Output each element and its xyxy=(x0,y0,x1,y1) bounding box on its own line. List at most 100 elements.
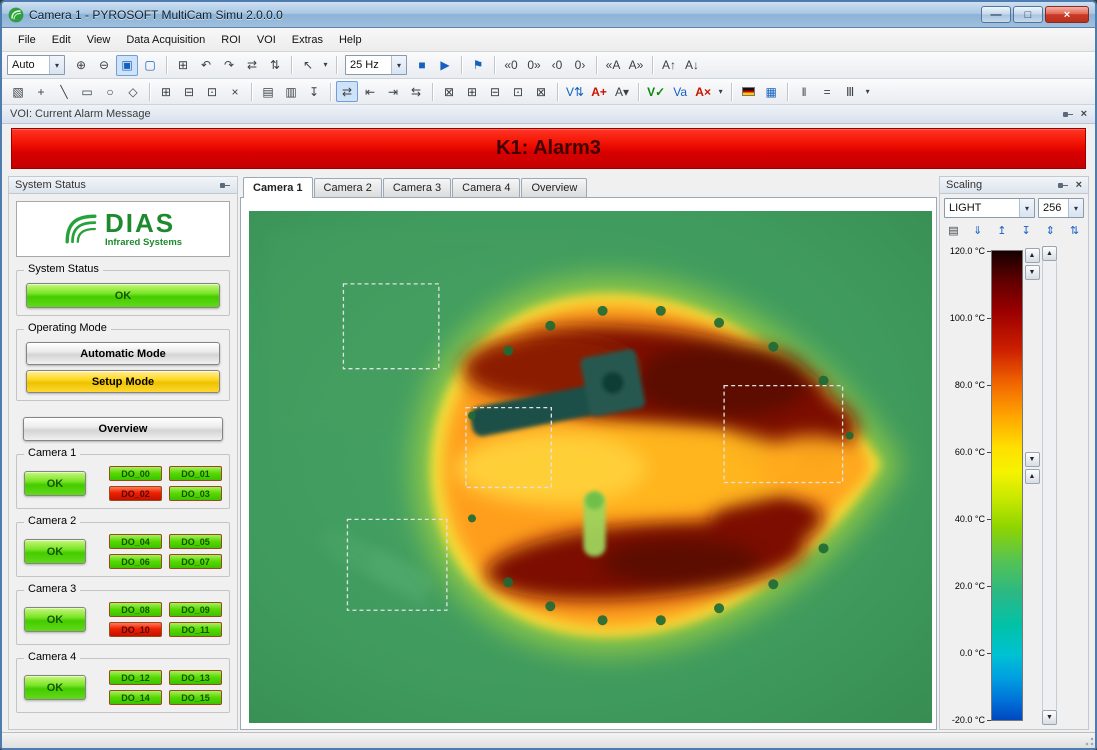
zoom-combo[interactable]: Auto ▾ xyxy=(7,55,65,75)
ellipse-roi-icon[interactable]: ○ xyxy=(99,81,121,102)
system-ok-button[interactable]: OK xyxy=(26,283,220,308)
resize-grip[interactable] xyxy=(1082,734,1095,747)
roi-to-cam3-icon[interactable]: ⊟ xyxy=(484,81,506,102)
scale-top-icon[interactable]: ↥ xyxy=(992,222,1011,241)
step-forward-zero-icon[interactable]: 0› xyxy=(569,55,591,76)
setup-mode-button[interactable]: Setup Mode xyxy=(26,370,220,393)
menu-data-acquisition[interactable]: Data Acquisition xyxy=(118,31,213,49)
split-horizontal-icon[interactable]: = xyxy=(816,81,838,102)
zoom-full-icon[interactable]: ▢ xyxy=(139,55,161,76)
camera-2-ok-button[interactable]: OK xyxy=(24,539,86,564)
flip-horizontal-icon[interactable]: ⇄ xyxy=(241,55,263,76)
rewind-zero-icon[interactable]: «0 xyxy=(500,55,522,76)
menu-view[interactable]: View xyxy=(79,31,119,49)
acq-stop-icon[interactable]: ■ xyxy=(411,55,433,76)
voi-delete-icon[interactable]: A× xyxy=(692,81,714,102)
point-roi-icon[interactable]: + xyxy=(30,81,52,102)
rotate-right-icon[interactable]: ↷ xyxy=(218,55,240,76)
split-vertical-icon[interactable]: ‖ xyxy=(793,81,815,102)
menu-extras[interactable]: Extras xyxy=(284,31,331,49)
line-roi-icon[interactable]: ╲ xyxy=(53,81,75,102)
display-layout-icon[interactable]: ▦ xyxy=(760,81,782,102)
do-11-button[interactable]: DO_11 xyxy=(169,622,222,637)
range-up-icon[interactable]: ▲ xyxy=(1025,469,1040,484)
combo-caret-icon[interactable]: ▾ xyxy=(1019,199,1034,217)
split-triple-icon[interactable]: Ⅲ xyxy=(839,81,861,102)
select-tool-caret-icon[interactable]: ▾ xyxy=(320,55,331,76)
language-german-icon[interactable] xyxy=(737,81,759,102)
voi-shift-icon[interactable]: V⇅ xyxy=(563,81,587,102)
alarm-list-icon[interactable]: A▾ xyxy=(611,81,633,102)
do-00-button[interactable]: DO_00 xyxy=(109,466,162,481)
zoom-out-icon[interactable]: ⊖ xyxy=(93,55,115,76)
palette-combo[interactable]: LIGHT ▾ xyxy=(944,198,1035,218)
combo-caret-icon[interactable]: ▾ xyxy=(391,56,406,74)
do-01-button[interactable]: DO_01 xyxy=(169,466,222,481)
rotate-left-icon[interactable]: ↶ xyxy=(195,55,217,76)
combo-caret-icon[interactable]: ▾ xyxy=(49,56,64,74)
acq-play-icon[interactable]: ▶ xyxy=(434,55,456,76)
voi-caret-icon[interactable]: ▾ xyxy=(715,81,726,102)
next-sequence-icon[interactable]: A» xyxy=(625,55,647,76)
scale-up-icon[interactable]: ▲ xyxy=(1025,248,1040,263)
roi-to-cam2-icon[interactable]: ⊞ xyxy=(461,81,483,102)
alarm-add-icon[interactable]: A+ xyxy=(588,81,610,102)
camera-3-ok-button[interactable]: OK xyxy=(24,607,86,632)
scale-shift-down-icon[interactable]: ⇓ xyxy=(968,222,987,241)
close-window-button[interactable]: × xyxy=(1045,6,1089,23)
do-13-button[interactable]: DO_13 xyxy=(169,670,222,685)
roi-cut-icon[interactable]: × xyxy=(224,81,246,102)
do-04-button[interactable]: DO_04 xyxy=(109,534,162,549)
roi-to-cam4-icon[interactable]: ⊡ xyxy=(507,81,529,102)
scale-auto-icon[interactable]: ⇅ xyxy=(1065,222,1084,241)
split-caret-icon[interactable]: ▾ xyxy=(862,81,873,102)
close-icon[interactable]: × xyxy=(1076,180,1082,191)
forward-zero-icon[interactable]: 0» xyxy=(523,55,545,76)
pin-icon[interactable] xyxy=(219,180,231,191)
zoom-fit-icon[interactable]: ▣ xyxy=(116,55,138,76)
tab-camera-1[interactable]: Camera 1 xyxy=(243,177,313,198)
do-02-button[interactable]: DO_02 xyxy=(109,486,162,501)
do-14-button[interactable]: DO_14 xyxy=(109,690,162,705)
roi-paste-icon[interactable]: ⊟ xyxy=(178,81,200,102)
menu-file[interactable]: File xyxy=(10,31,44,49)
image-new-icon[interactable]: ▤ xyxy=(257,81,279,102)
tab-camera-3[interactable]: Camera 3 xyxy=(383,178,451,197)
select-tool-icon[interactable]: ↖ xyxy=(297,55,319,76)
thermal-image[interactable] xyxy=(249,211,932,723)
menu-roi[interactable]: ROI xyxy=(213,31,249,49)
roi-grow-icon[interactable]: ⇥ xyxy=(382,81,404,102)
do-12-button[interactable]: DO_12 xyxy=(109,670,162,685)
scrollbar-track[interactable] xyxy=(1042,261,1057,710)
range-down-icon[interactable]: ▼ xyxy=(1025,452,1040,467)
zoom-in-icon[interactable]: ⊕ xyxy=(70,55,92,76)
roi-copy-icon[interactable]: ⊞ xyxy=(155,81,177,102)
image-save-icon[interactable]: ↧ xyxy=(303,81,325,102)
maximize-button[interactable]: □ xyxy=(1013,6,1043,23)
menu-edit[interactable]: Edit xyxy=(44,31,79,49)
do-03-button[interactable]: DO_03 xyxy=(169,486,222,501)
trigger-flag-icon[interactable]: ⚑ xyxy=(467,55,489,76)
combo-caret-icon[interactable]: ▾ xyxy=(1068,199,1083,217)
frequency-combo[interactable]: 25 Hz ▾ xyxy=(345,55,407,75)
tab-camera-4[interactable]: Camera 4 xyxy=(452,178,520,197)
polygon-roi-icon[interactable]: ◇ xyxy=(122,81,144,102)
voi-value-icon[interactable]: Va xyxy=(669,81,691,102)
panel-scrollbar[interactable]: ▲ ▼ xyxy=(1042,246,1057,725)
do-10-button[interactable]: DO_10 xyxy=(109,622,162,637)
image-open-icon[interactable]: ▥ xyxy=(280,81,302,102)
scale-expand-icon[interactable]: ⇕ xyxy=(1041,222,1060,241)
paste-frame-icon[interactable]: A↓ xyxy=(681,55,703,76)
close-icon[interactable]: × xyxy=(1081,109,1087,120)
pin-icon[interactable] xyxy=(1062,109,1074,120)
new-roi-icon[interactable]: ▧ xyxy=(7,81,29,102)
levels-combo[interactable]: 256 ▾ xyxy=(1038,198,1084,218)
menu-help[interactable]: Help xyxy=(331,31,370,49)
scale-down-icon[interactable]: ▼ xyxy=(1025,265,1040,280)
roi-move-icon[interactable]: ⇄ xyxy=(336,81,358,102)
automatic-mode-button[interactable]: Automatic Mode xyxy=(26,342,220,365)
camera-4-ok-button[interactable]: OK xyxy=(24,675,86,700)
do-15-button[interactable]: DO_15 xyxy=(169,690,222,705)
flip-vertical-icon[interactable]: ⇅ xyxy=(264,55,286,76)
do-06-button[interactable]: DO_06 xyxy=(109,554,162,569)
